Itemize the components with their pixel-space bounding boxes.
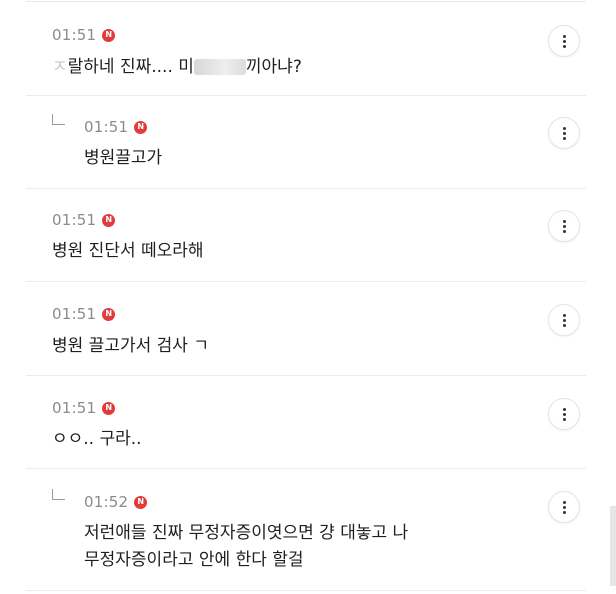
more-vertical-icon [562,313,566,327]
new-badge-icon: N [134,495,148,509]
more-vertical-icon [562,407,566,421]
comment-text-part: 랄하네 진짜.... 미 [67,57,194,77]
comment-text: ㅇㅇ.. 구라.. [52,429,142,449]
comment-item: 01:51 N 병원 진단서 떼오라해 [26,189,586,282]
comment-text: ㅈ랄하네 진짜.... 미 끼아냐? [52,53,302,82]
comment-time: 01:52 [84,493,129,511]
comment-thread: 01:51 N ㅈ랄하네 진짜.... 미 끼아냐? 01:51 N 병원끌고가 … [0,0,616,594]
more-vertical-icon [562,500,566,514]
comment-text: 병원끌고가 [84,148,163,168]
comment-meta: 01:51 N [52,211,116,229]
comment-meta: 01:52 N [84,493,148,511]
more-vertical-icon [562,34,566,48]
comment-text-line: 무정자증이라고 안에 한다 할걸 [84,550,304,570]
reply-item: 01:52 N 저런애들 진짜 무정자증이엿으면 걍 대놓고 나 무정자증이라고… [26,469,586,591]
more-options-button[interactable] [548,304,580,336]
new-badge-icon: N [102,307,116,321]
more-options-button[interactable] [548,210,580,242]
reply-item: 01:51 N 병원끌고가 [26,96,586,189]
comment-time: 01:51 [52,26,97,44]
blurred-text [193,59,246,75]
more-vertical-icon [562,219,566,233]
comment-text-line: 저런애들 진짜 무정자증이엿으면 걍 대놓고 나 [84,523,409,543]
scrollbar-thumb[interactable] [610,506,616,586]
comment-meta: 01:51 N [52,305,116,323]
more-options-button[interactable] [548,398,580,430]
reply-arrow-icon [52,114,65,125]
more-options-button[interactable] [548,491,580,523]
comment-meta: 01:51 N [52,26,116,44]
comment-text-part: ㅈ [52,57,68,77]
more-options-button[interactable] [548,117,580,149]
comment-time: 01:51 [52,399,97,417]
comment-meta: 01:51 N [84,118,148,136]
comment-time: 01:51 [52,211,97,229]
new-badge-icon: N [102,28,116,42]
comment-item: 01:51 N 병원 끌고가서 검사 ㄱ [26,282,586,376]
comment-item: 01:51 N ㅇㅇ.. 구라.. [26,376,586,469]
comment-time: 01:51 [84,118,129,136]
new-badge-icon: N [102,213,116,227]
more-options-button[interactable] [548,25,580,57]
reply-arrow-icon [52,489,65,500]
more-vertical-icon [562,126,566,140]
comment-time: 01:51 [52,305,97,323]
new-badge-icon: N [102,401,116,415]
comment-text: 병원 끌고가서 검사 ㄱ [52,336,209,356]
comment-meta: 01:51 N [52,399,116,417]
comment-item: 01:51 N ㅈ랄하네 진짜.... 미 끼아냐? [26,2,586,96]
comment-text-part: 끼아냐? [245,57,302,77]
comment-text: 병원 진단서 떼오라해 [52,241,204,261]
new-badge-icon: N [134,120,148,134]
